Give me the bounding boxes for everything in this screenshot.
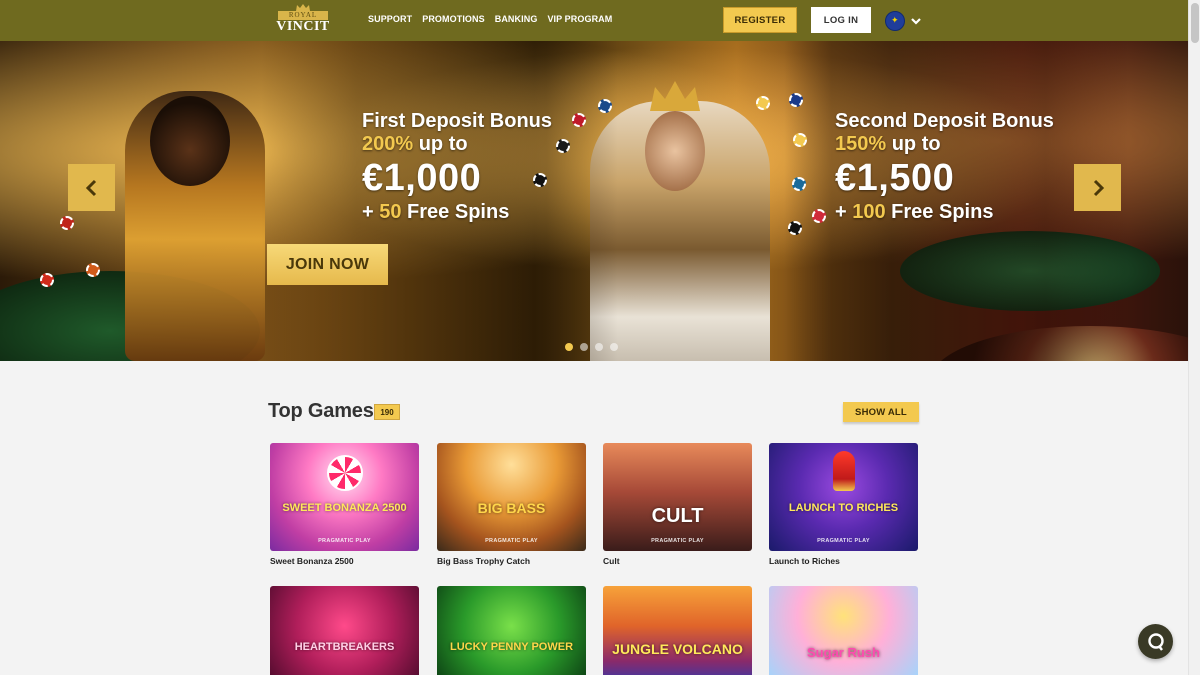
chip-icon <box>598 99 612 113</box>
game-card[interactable]: LAUNCH TO RICHES PRAGMATIC PLAY Launch t… <box>769 443 918 566</box>
chip-icon <box>788 221 802 235</box>
hero-carousel: First Deposit Bonus 200% up to €1,000 + … <box>0 41 1188 361</box>
top-games-title: Top Games <box>268 400 374 422</box>
chat-icon <box>1147 632 1164 651</box>
top-header: ROYAL VINCIT SUPPORT PROMOTIONS BANKING … <box>0 0 1188 41</box>
logo-main-text: VINCIT <box>276 19 330 34</box>
chip-icon <box>789 93 803 107</box>
chip-icon <box>572 113 586 127</box>
chip-icon <box>86 263 100 277</box>
game-card[interactable]: JUNGLE VOLCANO <box>603 586 752 675</box>
promo-spins-prefix: + <box>835 201 853 223</box>
game-card[interactable]: LUCKY PENNY POWER <box>437 586 586 675</box>
join-now-button[interactable]: JOIN NOW <box>267 244 388 285</box>
game-art-title: HEARTBREAKERS <box>294 641 395 653</box>
game-art-title: SWEET BONANZA 2500 <box>282 502 407 514</box>
register-button[interactable]: REGISTER <box>723 7 797 33</box>
promo-percent-line: 200% up to <box>362 133 552 156</box>
first-deposit-promo: First Deposit Bonus 200% up to €1,000 + … <box>362 110 552 224</box>
login-button[interactable]: LOG IN <box>811 7 871 33</box>
game-provider: PRAGMATIC PLAY <box>651 538 704 544</box>
game-card[interactable]: BIG BASS PRAGMATIC PLAY Big Bass Trophy … <box>437 443 586 566</box>
show-all-button[interactable]: SHOW ALL <box>843 402 919 422</box>
nav-banking[interactable]: BANKING <box>495 14 538 24</box>
promo-percent: 150% <box>835 133 887 155</box>
game-card[interactable]: HEARTBREAKERS <box>270 586 419 675</box>
promo-title: Second Deposit Bonus <box>835 110 1054 132</box>
chip-icon <box>756 96 770 110</box>
promo-spins-count: 100 <box>852 201 886 223</box>
site-logo[interactable]: ROYAL VINCIT <box>276 4 330 38</box>
games-count-badge: 190 <box>374 404 400 420</box>
chevron-left-icon <box>85 179 96 196</box>
carousel-dots <box>565 343 618 351</box>
promo-amount: €1,500 <box>835 157 955 199</box>
chip-icon <box>556 139 570 153</box>
promo-percent: 200% <box>362 133 414 155</box>
main-nav: SUPPORT PROMOTIONS BANKING VIP PROGRAM <box>368 14 612 24</box>
live-chat-button[interactable] <box>1138 624 1173 659</box>
carousel-dot[interactable] <box>565 343 573 351</box>
promo-spins-suffix: Free Spins <box>885 201 994 223</box>
chevron-right-icon <box>1093 179 1104 196</box>
game-thumbnail[interactable]: SWEET BONANZA 2500 PRAGMATIC PLAY <box>270 443 419 551</box>
carousel-dot[interactable] <box>580 343 588 351</box>
chip-icon <box>60 216 74 230</box>
page-scrollbar[interactable] <box>1188 0 1200 675</box>
nav-promotions[interactable]: PROMOTIONS <box>422 14 485 24</box>
game-provider: PRAGMATIC PLAY <box>318 538 371 544</box>
game-art-title: LUCKY PENNY POWER <box>449 641 574 653</box>
game-provider: PRAGMATIC PLAY <box>817 538 870 544</box>
game-art-title: LAUNCH TO RICHES <box>788 502 899 514</box>
chip-icon <box>793 133 807 147</box>
lollipop-icon <box>327 455 363 491</box>
rocket-icon <box>833 451 855 491</box>
promo-spins-suffix: Free Spins <box>401 201 510 223</box>
game-name[interactable]: Big Bass Trophy Catch <box>437 556 586 566</box>
chip-icon <box>812 209 826 223</box>
scrollbar-thumb[interactable] <box>1191 3 1199 43</box>
game-art-title: Sugar Rush <box>807 645 880 660</box>
carousel-dot[interactable] <box>595 343 603 351</box>
second-deposit-promo: Second Deposit Bonus 150% up to €1,500 +… <box>835 110 1054 224</box>
game-name[interactable]: Sweet Bonanza 2500 <box>270 556 419 566</box>
game-art-title: BIG BASS <box>477 500 546 516</box>
promo-title: First Deposit Bonus <box>362 110 553 132</box>
carousel-prev-button[interactable] <box>68 164 115 211</box>
game-thumbnail[interactable]: HEARTBREAKERS <box>270 586 419 675</box>
game-provider: PRAGMATIC PLAY <box>485 538 538 544</box>
game-thumbnail[interactable]: LAUNCH TO RICHES PRAGMATIC PLAY <box>769 443 918 551</box>
eu-flag-icon <box>885 11 905 31</box>
game-art-title: CULT <box>651 505 704 527</box>
chevron-down-icon <box>911 18 921 25</box>
language-selector[interactable] <box>885 11 923 31</box>
game-thumbnail[interactable]: Sugar Rush <box>769 586 918 675</box>
game-card[interactable]: CULT PRAGMATIC PLAY Cult <box>603 443 752 566</box>
game-thumbnail[interactable]: LUCKY PENNY POWER <box>437 586 586 675</box>
nav-support[interactable]: SUPPORT <box>368 14 412 24</box>
promo-spins-prefix: + <box>362 201 380 223</box>
promo-spins-line: + 100 Free Spins <box>835 200 1054 224</box>
promo-spins-count: 50 <box>379 201 402 223</box>
game-thumbnail[interactable]: JUNGLE VOLCANO <box>603 586 752 675</box>
game-card[interactable]: SWEET BONANZA 2500 PRAGMATIC PLAY Sweet … <box>270 443 419 566</box>
chip-icon <box>792 177 806 191</box>
crown-icon <box>296 4 310 11</box>
promo-spins-line: + 50 Free Spins <box>362 200 552 224</box>
promo-upto: up to <box>413 133 468 155</box>
game-thumbnail[interactable]: CULT PRAGMATIC PLAY <box>603 443 752 551</box>
promo-percent-line: 150% up to <box>835 133 1054 156</box>
carousel-next-button[interactable] <box>1074 164 1121 211</box>
game-name[interactable]: Launch to Riches <box>769 556 918 566</box>
game-card[interactable]: Sugar Rush <box>769 586 918 675</box>
nav-vip-program[interactable]: VIP PROGRAM <box>547 14 612 24</box>
chip-icon <box>40 273 54 287</box>
carousel-dot[interactable] <box>610 343 618 351</box>
game-thumbnail[interactable]: BIG BASS PRAGMATIC PLAY <box>437 443 586 551</box>
promo-upto: up to <box>886 133 941 155</box>
game-name[interactable]: Cult <box>603 556 752 566</box>
promo-amount: €1,000 <box>362 157 482 199</box>
game-art-title: JUNGLE VOLCANO <box>612 641 743 657</box>
